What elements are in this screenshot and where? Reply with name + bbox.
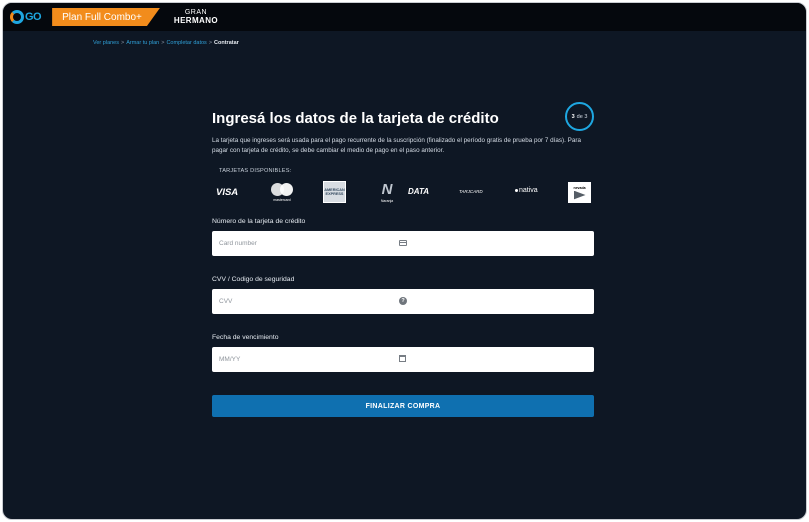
card-number-field xyxy=(212,231,594,256)
brand-line-2: HERMANO xyxy=(173,16,219,25)
nativa-dot-icon xyxy=(515,189,518,192)
page-title: Ingresá los datos de la tarjeta de crédi… xyxy=(212,110,499,127)
mastercard-text: mastercard xyxy=(273,197,291,202)
card-number-label: Número de la tarjeta de crédito xyxy=(212,218,306,225)
data-logo: DATA xyxy=(408,187,430,196)
finalizar-compra-button[interactable]: FINALIZAR COMPRA xyxy=(212,395,594,417)
nevada-arrow-icon xyxy=(573,190,586,200)
breadcrumb-ver-planes[interactable]: Ver planes xyxy=(93,40,119,46)
expiry-label: Fecha de vencimiento xyxy=(212,334,279,341)
tarjetacard-logo: TARJCARD xyxy=(459,189,483,194)
app-window: GO Plan Full Combo+ GRAN HERMANO Ver pla… xyxy=(2,2,807,520)
card-logos: VISA mastercard AMERICAN EXPRESS N Naran… xyxy=(212,181,594,207)
breadcrumb-current: Contratar xyxy=(214,40,239,46)
dgo-logo-icon xyxy=(10,10,24,24)
form-description: La tarjeta que ingreses será usada para … xyxy=(212,137,581,154)
help-icon[interactable]: ? xyxy=(399,297,407,305)
nevada-text: nevada xyxy=(573,185,586,190)
cvv-label: CVV / Codigo de seguridad xyxy=(212,276,295,283)
plan-badge: Plan Full Combo+ xyxy=(52,8,160,26)
breadcrumb-separator: > xyxy=(208,40,213,46)
gran-hermano-logo: GRAN HERMANO xyxy=(174,9,218,25)
mastercard-logo: mastercard xyxy=(269,181,295,203)
logo-text: GO xyxy=(25,11,42,23)
naranja-text: Naranja xyxy=(380,198,394,203)
credit-card-icon xyxy=(399,240,407,246)
naranja-logo: N Naranja xyxy=(376,180,398,204)
expiry-field xyxy=(212,347,594,372)
naranja-letter: N xyxy=(381,180,393,198)
breadcrumb-armar-plan[interactable]: Armar tu plan xyxy=(126,40,159,46)
amex-logo: AMERICAN EXPRESS xyxy=(323,181,346,203)
nevada-logo: nevada xyxy=(568,182,591,203)
step-indicator: 3 de 3 xyxy=(565,102,594,131)
payment-form: 3 de 3 Ingresá los datos de la tarjeta d… xyxy=(212,102,594,417)
visa-logo: VISA xyxy=(216,187,239,198)
nativa-text: nativa xyxy=(519,187,538,194)
top-bar: GO Plan Full Combo+ GRAN HERMANO xyxy=(3,3,806,31)
breadcrumb-separator: > xyxy=(161,40,165,46)
cvv-field: ? xyxy=(212,289,594,314)
mastercard-rings-icon xyxy=(271,182,293,196)
calendar-icon xyxy=(399,355,406,362)
nativa-logo: nativa xyxy=(515,187,538,194)
cards-label: TARJETAS DISPONIBLES: xyxy=(219,168,292,174)
step-current: 3 xyxy=(571,113,575,120)
dgo-logo[interactable]: GO xyxy=(10,10,42,24)
step-total: de 3 xyxy=(576,113,588,120)
breadcrumb: Ver planes > Armar tu plan > Completar datos… xyxy=(93,40,239,46)
breadcrumb-completar-datos[interactable]: Completar datos xyxy=(166,40,206,46)
breadcrumb-separator: > xyxy=(121,40,125,46)
